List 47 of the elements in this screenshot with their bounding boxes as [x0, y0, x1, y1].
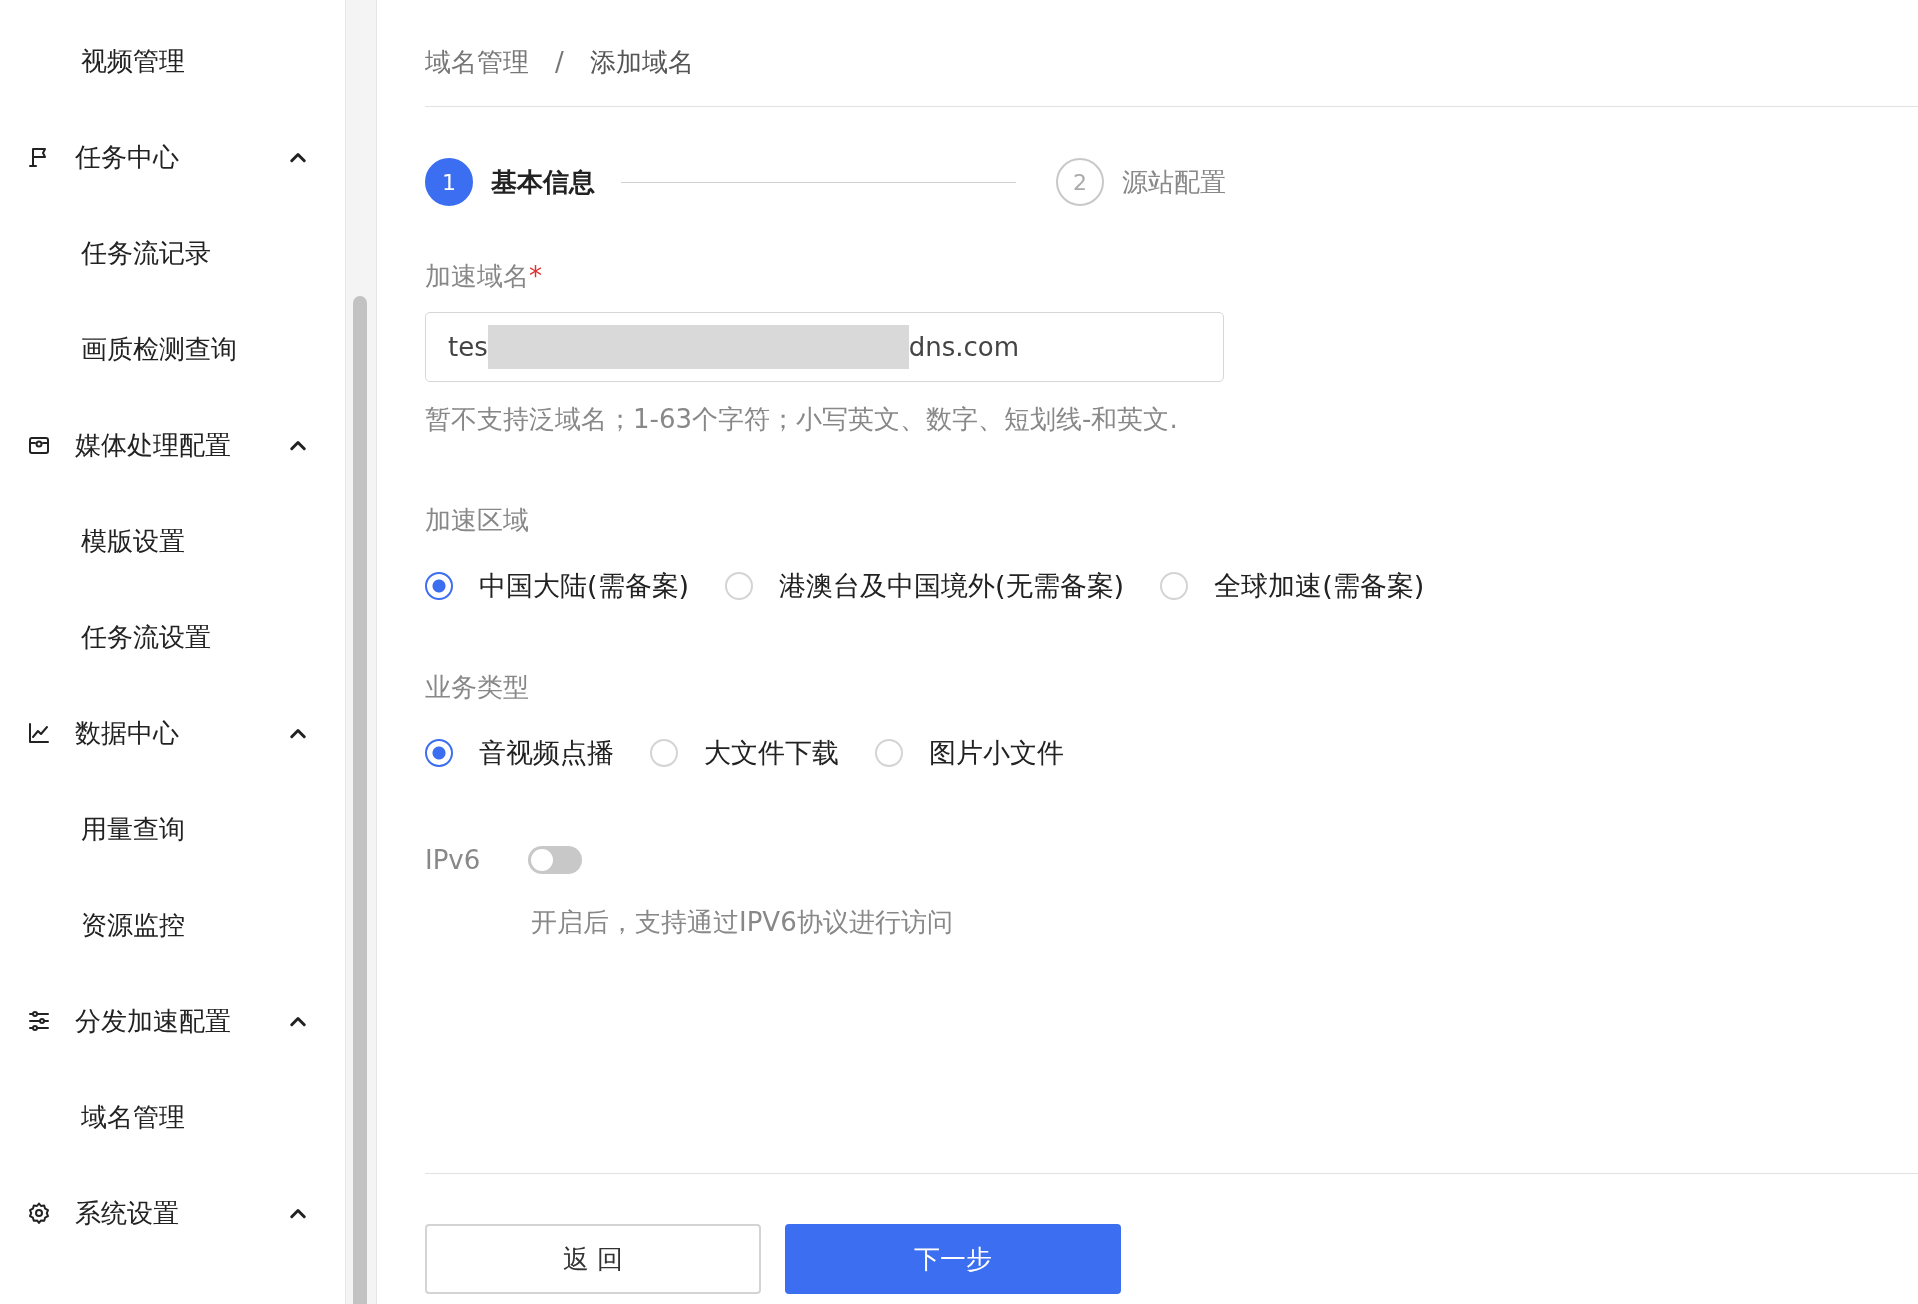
sliders-icon	[27, 1009, 51, 1033]
breadcrumb-item: 添加域名	[589, 45, 694, 79]
next-button[interactable]: 下一步	[785, 1224, 1121, 1294]
radio-option[interactable]: 港澳台及中国境外(无需备案)	[725, 568, 1125, 604]
menu-group-label: 任务中心	[75, 140, 180, 174]
radio-option[interactable]: 大文件下载	[650, 735, 839, 771]
menu-group-label: 分发加速配置	[75, 1004, 232, 1038]
menu-group[interactable]: 数据中心	[0, 685, 345, 781]
menu-item[interactable]: 画质检测查询	[81, 331, 237, 367]
menu-group[interactable]: 媒体处理配置	[0, 397, 345, 493]
menu-item[interactable]: 域名管理	[81, 1099, 185, 1135]
help-text: 暂不支持泛域名；1-63个字符；小写英文、数字、短划线-和英文.	[425, 403, 1179, 436]
menu-group[interactable]: 系统设置	[0, 1165, 345, 1261]
toggle-switch[interactable]	[528, 846, 583, 874]
menu-group[interactable]: 任务中心	[0, 109, 345, 205]
menu-item[interactable]: 用量查询	[81, 811, 185, 847]
field-label: 加速区域	[425, 504, 530, 537]
menu-group-label: 媒体处理配置	[75, 428, 232, 462]
field-label: 加速域名	[425, 261, 529, 291]
step-label: 基本信息	[491, 165, 595, 199]
menu-group-label: 系统设置	[75, 1196, 180, 1230]
required-mark: *	[529, 261, 542, 291]
back-button[interactable]: 返 回	[425, 1224, 761, 1294]
domain-input-field[interactable]: tes dns.com	[425, 312, 1224, 382]
menu-item[interactable]: 任务流设置	[81, 619, 211, 655]
menu-group[interactable]: 分发加速配置	[0, 973, 345, 1069]
breadcrumb-separator: /	[555, 47, 564, 77]
field-label: 业务类型	[425, 671, 530, 704]
breadcrumb-item[interactable]: 域名管理	[425, 44, 529, 80]
menu-group-label: 数据中心	[75, 716, 180, 750]
radio-option[interactable]: 中国大陆(需备案)	[425, 568, 690, 604]
field-label: IPv6	[425, 845, 481, 875]
radio-option[interactable]: 全球加速(需备案)	[1160, 568, 1425, 604]
step-number: 2	[1056, 158, 1104, 206]
step-label: 源站配置	[1122, 165, 1226, 199]
help-text: 开启后，支持通过IPV6协议进行访问	[531, 906, 954, 939]
radio-option[interactable]: 音视频点播	[425, 735, 614, 771]
radio-option[interactable]: 图片小文件	[875, 735, 1064, 771]
scrollbar-thumb[interactable]	[353, 296, 367, 1304]
chart-icon	[27, 721, 51, 745]
menu-item[interactable]: 视频管理	[81, 43, 185, 79]
menu-item[interactable]: 资源监控	[81, 907, 185, 943]
menu-item[interactable]: 模版设置	[81, 523, 185, 559]
scrollbar-track[interactable]	[345, 0, 377, 1304]
menu-item[interactable]: 任务流记录	[81, 235, 211, 271]
settings-icon	[27, 1201, 51, 1225]
step-number: 1	[425, 158, 473, 206]
